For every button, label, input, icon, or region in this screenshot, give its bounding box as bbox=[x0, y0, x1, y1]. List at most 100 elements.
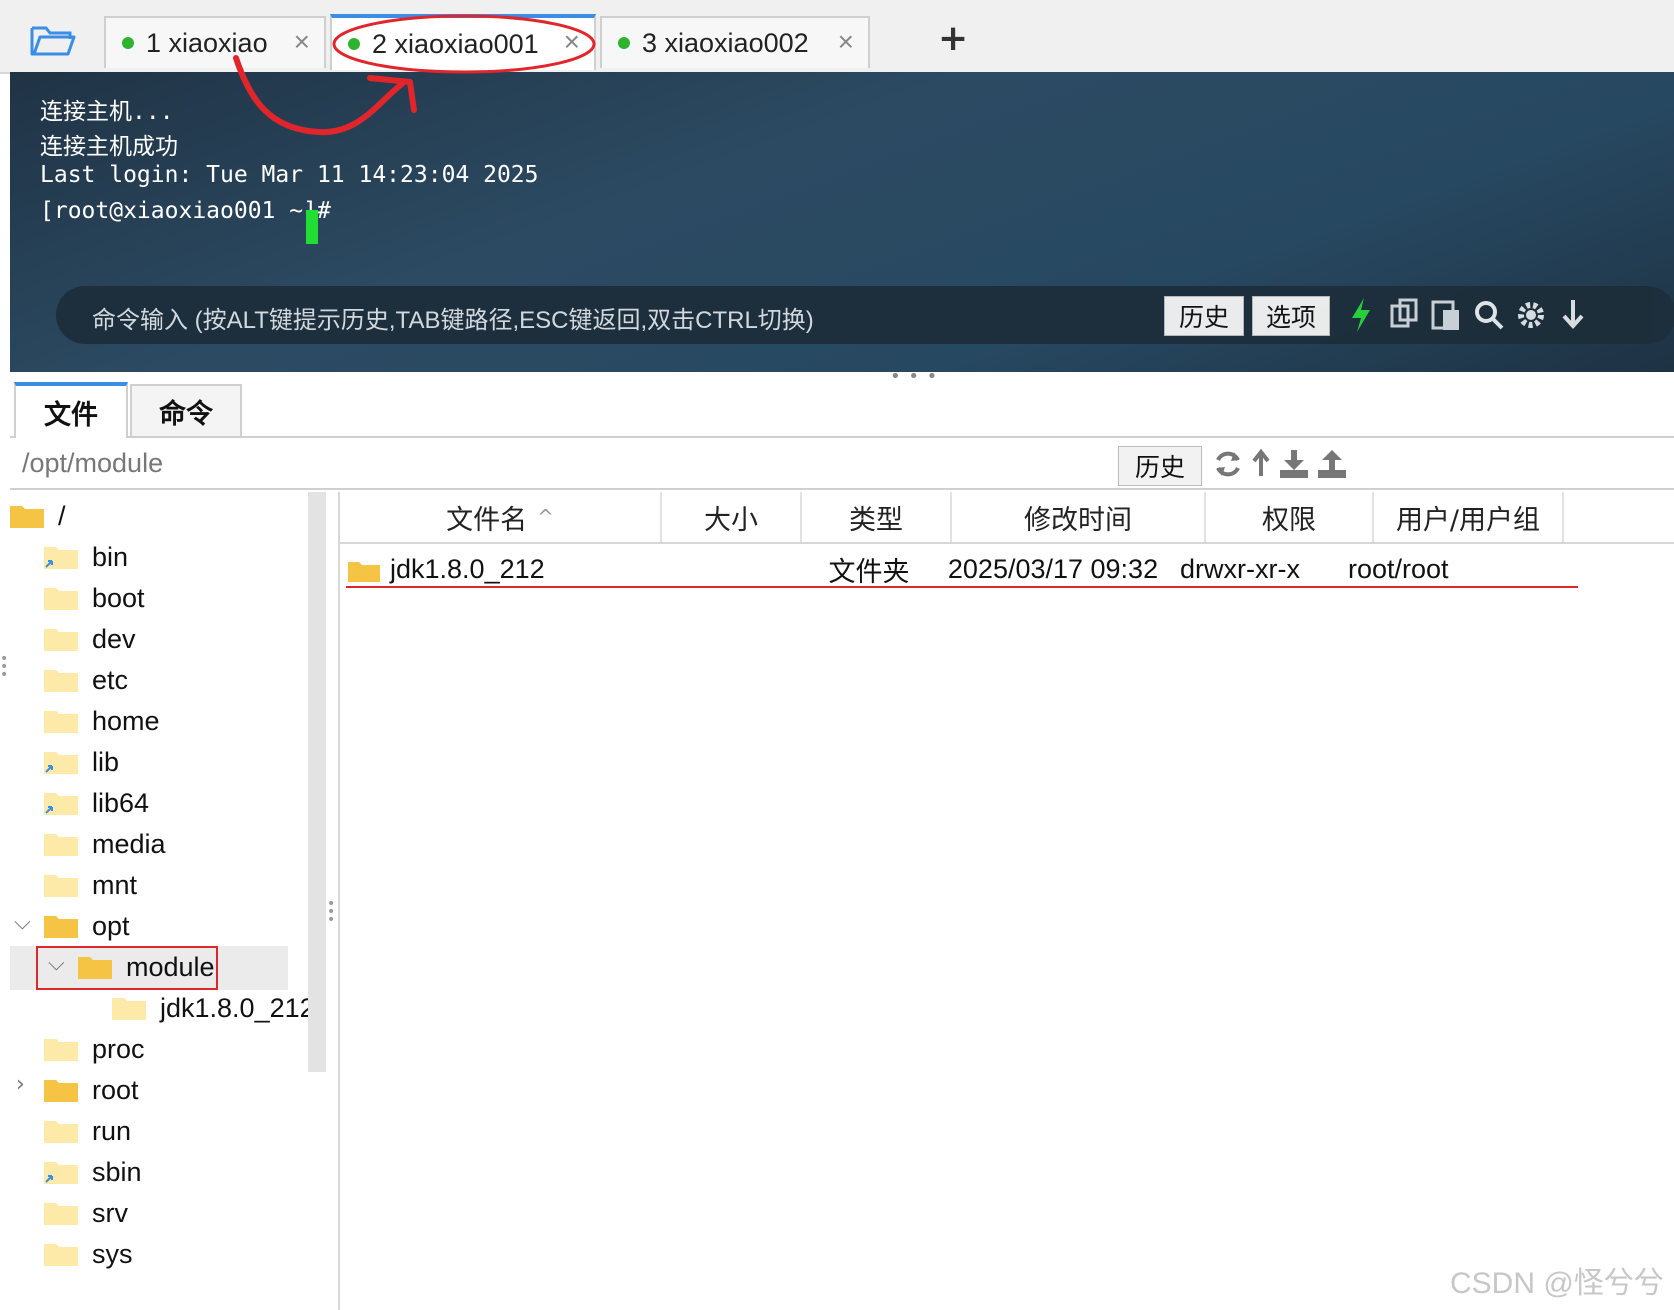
folder-icon bbox=[44, 914, 78, 938]
folder-icon bbox=[44, 832, 78, 856]
tree-item-jdk[interactable]: jdk1.8.0_212 bbox=[112, 988, 308, 1028]
download-icon[interactable] bbox=[1278, 448, 1310, 480]
session-tab-1[interactable]: 1 xiaoxiao × bbox=[104, 16, 326, 68]
tree-item-media[interactable]: media bbox=[44, 824, 166, 864]
folder-link-icon bbox=[44, 545, 78, 569]
tree-item-label: / bbox=[58, 500, 66, 531]
column-header-owner[interactable]: 用户/用户组 bbox=[1374, 492, 1564, 542]
folder-icon bbox=[44, 1201, 78, 1225]
up-icon[interactable] bbox=[1250, 448, 1272, 480]
paste-icon[interactable] bbox=[1430, 296, 1464, 334]
column-header-modified[interactable]: 修改时间 bbox=[952, 492, 1206, 542]
folder-icon bbox=[112, 996, 146, 1020]
tree-item-bin[interactable]: bin bbox=[44, 537, 128, 577]
terminal-line: Last login: Tue Mar 11 14:23:04 2025 bbox=[40, 162, 539, 188]
close-icon[interactable]: × bbox=[838, 26, 854, 58]
folder-icon bbox=[10, 504, 44, 528]
folder-icon bbox=[44, 1037, 78, 1061]
tree-item-label: sys bbox=[92, 1238, 133, 1269]
options-button[interactable]: 选项 bbox=[1252, 296, 1330, 336]
tree-scrollbar[interactable] bbox=[308, 492, 326, 1072]
add-tab-button[interactable]: + bbox=[938, 18, 968, 59]
copy-icon[interactable] bbox=[1388, 296, 1422, 334]
file-list: 文件名 ^ 大小 类型 修改时间 权限 用户/用户组 jdk1.8.0_212 … bbox=[338, 492, 1674, 1310]
command-input-bar[interactable]: 命令输入 (按ALT键提示历史,TAB键路径,ESC键返回,双击CTRL切换) … bbox=[56, 286, 1674, 344]
sort-ascending-icon: ^ bbox=[537, 505, 554, 529]
tree-splitter[interactable]: • • • bbox=[327, 897, 335, 927]
session-tab-2[interactable]: 2 xiaoxiao001 × bbox=[330, 14, 596, 70]
lightning-icon[interactable] bbox=[1346, 296, 1380, 334]
open-folder-icon[interactable] bbox=[28, 20, 78, 60]
tree-item-label: lib bbox=[92, 746, 120, 777]
folder-icon bbox=[348, 558, 380, 582]
tree-item-root-dir[interactable]: root bbox=[44, 1070, 139, 1110]
side-splitter[interactable]: • • • bbox=[0, 652, 8, 682]
terminal-cursor bbox=[306, 210, 318, 244]
tree-item-dev[interactable]: dev bbox=[44, 619, 136, 659]
folder-icon bbox=[44, 709, 78, 733]
folder-link-icon bbox=[44, 750, 78, 774]
column-header-name[interactable]: 文件名 ^ bbox=[340, 492, 662, 542]
watermark: CSDN @怪兮兮 bbox=[1450, 1267, 1664, 1300]
tree-item-label: dev bbox=[92, 623, 136, 654]
folder-icon bbox=[44, 1242, 78, 1266]
command-input-placeholder[interactable]: 命令输入 (按ALT键提示历史,TAB键路径,ESC键返回,双击CTRL切换) bbox=[92, 300, 814, 335]
tree-item-lib64[interactable]: lib64 bbox=[44, 783, 149, 823]
tree-item-opt[interactable]: opt bbox=[44, 906, 130, 946]
search-icon[interactable] bbox=[1472, 296, 1506, 334]
tree-item-root[interactable]: / bbox=[10, 496, 66, 536]
gear-icon[interactable] bbox=[1514, 296, 1548, 334]
session-tab-3[interactable]: 3 xiaoxiao002 × bbox=[600, 16, 870, 68]
upload-icon[interactable] bbox=[1316, 448, 1348, 480]
download-icon[interactable] bbox=[1556, 296, 1590, 334]
close-icon[interactable]: × bbox=[294, 26, 310, 58]
tree-item-lib[interactable]: lib bbox=[44, 742, 119, 782]
tree-item-label: mnt bbox=[92, 869, 138, 900]
folder-icon bbox=[44, 586, 78, 610]
column-header-size[interactable]: 大小 bbox=[662, 492, 802, 542]
folder-icon bbox=[44, 1119, 78, 1143]
tab-commands[interactable]: 命令 bbox=[130, 384, 242, 436]
folder-icon bbox=[78, 955, 112, 979]
session-tab-label: 1 xiaoxiao bbox=[146, 27, 268, 58]
close-icon[interactable]: × bbox=[564, 26, 580, 58]
row-annotation-underline bbox=[346, 586, 1578, 588]
tree-item-boot[interactable]: boot bbox=[44, 578, 145, 618]
tree-item-label: sbin bbox=[92, 1156, 142, 1187]
path-input[interactable]: /opt/module bbox=[22, 448, 163, 479]
folder-icon bbox=[44, 1078, 78, 1102]
tab-files[interactable]: 文件 bbox=[14, 382, 128, 438]
tree-item-module[interactable]: module bbox=[78, 947, 215, 987]
tree-item-proc[interactable]: proc bbox=[44, 1029, 145, 1069]
folder-link-icon bbox=[44, 1160, 78, 1184]
connected-status-dot bbox=[618, 37, 630, 49]
terminal-pane[interactable]: 连接主机... 连接主机成功 Last login: Tue Mar 11 14… bbox=[10, 72, 1674, 372]
session-tab-label: 2 xiaoxiao001 bbox=[372, 28, 539, 59]
refresh-icon[interactable] bbox=[1212, 448, 1244, 480]
tree-item-srv[interactable]: srv bbox=[44, 1193, 128, 1233]
folder-icon bbox=[44, 873, 78, 897]
folder-icon bbox=[44, 627, 78, 651]
chevron-down-icon[interactable]: ⌵ bbox=[14, 910, 31, 935]
history-button[interactable]: 历史 bbox=[1164, 296, 1244, 336]
terminal-line: 连接主机... bbox=[40, 99, 174, 125]
chevron-right-icon[interactable]: › bbox=[16, 1072, 25, 1097]
chevron-down-icon[interactable]: ⌵ bbox=[48, 951, 65, 976]
tree-item-run[interactable]: run bbox=[44, 1111, 131, 1151]
path-history-button[interactable]: 历史 bbox=[1118, 446, 1202, 486]
path-bar: /opt/module 历史 bbox=[10, 438, 1674, 490]
tree-item-mnt[interactable]: mnt bbox=[44, 865, 137, 905]
tree-item-sys[interactable]: sys bbox=[44, 1234, 133, 1274]
tree-item-label: bin bbox=[92, 541, 129, 572]
folder-link-icon bbox=[44, 791, 78, 815]
tree-item-label: module bbox=[126, 951, 215, 982]
tree-item-label: proc bbox=[92, 1033, 145, 1064]
column-header-permissions[interactable]: 权限 bbox=[1206, 492, 1374, 542]
tree-item-etc[interactable]: etc bbox=[44, 660, 128, 700]
column-header-type[interactable]: 类型 bbox=[802, 492, 952, 542]
session-tab-bar: 1 xiaoxiao × 2 xiaoxiao001 × 3 xiaoxiao0… bbox=[0, 0, 1674, 74]
tree-item-sbin[interactable]: sbin bbox=[44, 1152, 142, 1192]
terminal-prompt: [root@xiaoxiao001 ~]# bbox=[40, 198, 345, 224]
panel-tabs: 文件 命令 bbox=[10, 380, 1674, 438]
tree-item-home[interactable]: home bbox=[44, 701, 160, 741]
